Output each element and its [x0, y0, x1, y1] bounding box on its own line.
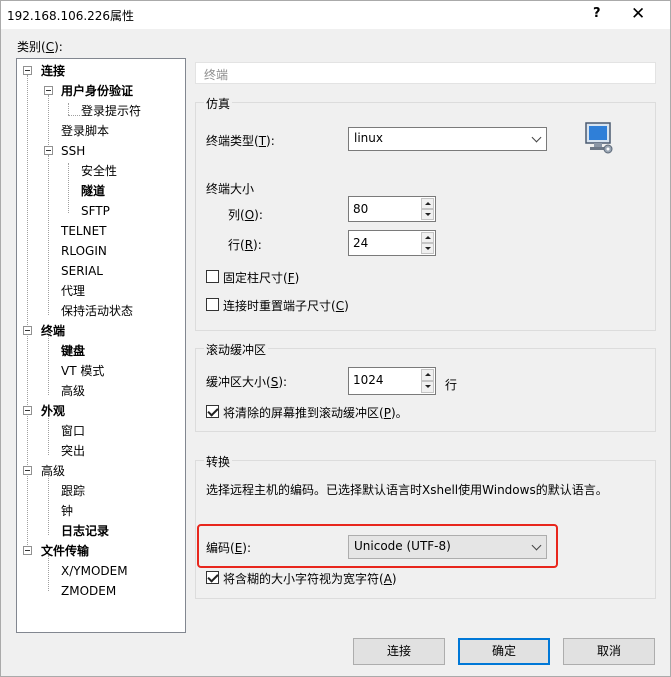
tree-item-serial[interactable]: SERIAL — [61, 264, 103, 278]
tree-item-keyboard[interactable]: 键盘 — [61, 344, 85, 358]
tree-item-tunneling[interactable]: 隧道 — [81, 184, 105, 198]
reset-size-label: 连接时重置端子尺寸(C) — [223, 299, 349, 313]
tree-item-logging[interactable]: 日志记录 — [61, 524, 109, 538]
tree-item-user-auth[interactable]: 用户身份验证 — [61, 84, 133, 98]
buffer-unit-label: 行 — [445, 378, 458, 392]
decrement-icon[interactable] — [421, 243, 434, 254]
collapse-appearance-icon[interactable] — [23, 406, 32, 415]
cancel-button[interactable]: 取消 — [563, 638, 655, 665]
push-to-buffer-label: 将清除的屏幕推到滚动缓冲区(P)。 — [223, 406, 408, 420]
decrement-icon[interactable] — [421, 209, 434, 220]
scrollback-group-title: 滚动缓冲区 — [204, 341, 269, 358]
tree-item-bell[interactable]: 钟 — [61, 504, 73, 518]
encoding-description: 选择远程主机的编码。已选择默认语言时Xshell使用Windows的默认语言。 — [206, 483, 608, 497]
tree-item-telnet[interactable]: TELNET — [61, 224, 107, 238]
tree-item-connection[interactable]: 连接 — [41, 64, 65, 78]
tree-item-sftp[interactable]: SFTP — [81, 204, 110, 218]
close-button[interactable]: ✕ — [631, 4, 645, 24]
tree-item-terminal[interactable]: 终端 — [41, 324, 65, 338]
wide-chars-label: 将含糊的大小字符视为宽字符(A) — [223, 572, 397, 586]
increment-icon[interactable] — [421, 369, 434, 381]
title-bar: 192.168.106.226属性 ? ✕ — [1, 1, 670, 29]
ok-button[interactable]: 确定 — [458, 638, 550, 665]
tree-item-keep-alive[interactable]: 保持活动状态 — [61, 304, 133, 318]
category-label: 类别(C): — [17, 40, 63, 54]
tree-item-vt-modes[interactable]: VT 模式 — [61, 364, 104, 378]
tree-item-highlight[interactable]: 突出 — [61, 444, 85, 458]
terminal-size-label: 终端大小 — [206, 182, 255, 196]
buffer-size-spinner[interactable]: 1024 — [348, 367, 436, 395]
tree-item-rlogin[interactable]: RLOGIN — [61, 244, 107, 258]
tree-item-xymodem[interactable]: X/YMODEM — [61, 564, 128, 578]
encoding-select[interactable]: Unicode (UTF-8) — [348, 535, 547, 559]
collapse-ssh-icon[interactable] — [44, 146, 53, 155]
emulation-group-title: 仿真 — [204, 95, 233, 112]
terminal-monitor-icon — [585, 122, 613, 154]
chevron-down-icon — [531, 132, 542, 143]
encoding-label: 编码(E): — [206, 541, 252, 555]
tree-item-window[interactable]: 窗口 — [61, 424, 85, 438]
chevron-down-icon — [531, 540, 542, 551]
tree-item-appearance[interactable]: 外观 — [41, 404, 65, 418]
tree-item-login-prompts[interactable]: 登录提示符 — [81, 104, 141, 118]
connect-button[interactable]: 连接 — [353, 638, 445, 665]
collapse-auth-icon[interactable] — [44, 86, 53, 95]
tree-item-file-transfer[interactable]: 文件传输 — [41, 544, 89, 558]
decrement-icon[interactable] — [421, 381, 434, 393]
properties-dialog: 192.168.106.226属性 ? ✕ 类别(C): 连接 用户身份验证 登… — [0, 0, 671, 677]
category-tree[interactable]: 连接 用户身份验证 登录提示符 登录脚本 SSH 安全性 隧道 SFTP TEL… — [16, 58, 186, 633]
tree-item-proxy[interactable]: 代理 — [61, 284, 85, 298]
translation-group-title: 转换 — [204, 453, 233, 470]
tree-item-advanced[interactable]: 高级 — [41, 464, 65, 478]
increment-icon[interactable] — [421, 232, 434, 243]
help-button[interactable]: ? — [593, 6, 601, 21]
push-to-buffer-checkbox[interactable] — [206, 405, 219, 418]
wide-chars-checkbox[interactable] — [206, 571, 219, 584]
tree-item-ssh[interactable]: SSH — [61, 144, 85, 158]
tree-item-login-scripts[interactable]: 登录脚本 — [61, 124, 109, 138]
increment-icon[interactable] — [421, 198, 434, 209]
collapse-file-transfer-icon[interactable] — [23, 546, 32, 555]
window-title: 192.168.106.226属性 — [7, 9, 135, 23]
cols-label: 列(O): — [228, 208, 263, 222]
section-header: 终端 — [195, 62, 656, 84]
terminal-type-label: 终端类型(T): — [206, 134, 275, 148]
tree-item-terminal-advanced[interactable]: 高级 — [61, 384, 85, 398]
fixed-size-checkbox[interactable] — [206, 270, 219, 283]
cols-spinner[interactable]: 80 — [348, 196, 436, 222]
tree-item-zmodem[interactable]: ZMODEM — [61, 584, 116, 598]
collapse-advanced-icon[interactable] — [23, 466, 32, 475]
tree-item-security[interactable]: 安全性 — [81, 164, 117, 178]
collapse-terminal-icon[interactable] — [23, 326, 32, 335]
rows-spinner[interactable]: 24 — [348, 230, 436, 256]
fixed-size-label: 固定柱尺寸(F) — [223, 271, 300, 285]
collapse-connection-icon[interactable] — [23, 66, 32, 75]
tree-item-trace[interactable]: 跟踪 — [61, 484, 85, 498]
buffer-size-label: 缓冲区大小(S): — [206, 375, 288, 389]
rows-label: 行(R): — [228, 238, 262, 252]
terminal-type-select[interactable]: linux — [348, 127, 547, 151]
reset-size-checkbox[interactable] — [206, 298, 219, 311]
